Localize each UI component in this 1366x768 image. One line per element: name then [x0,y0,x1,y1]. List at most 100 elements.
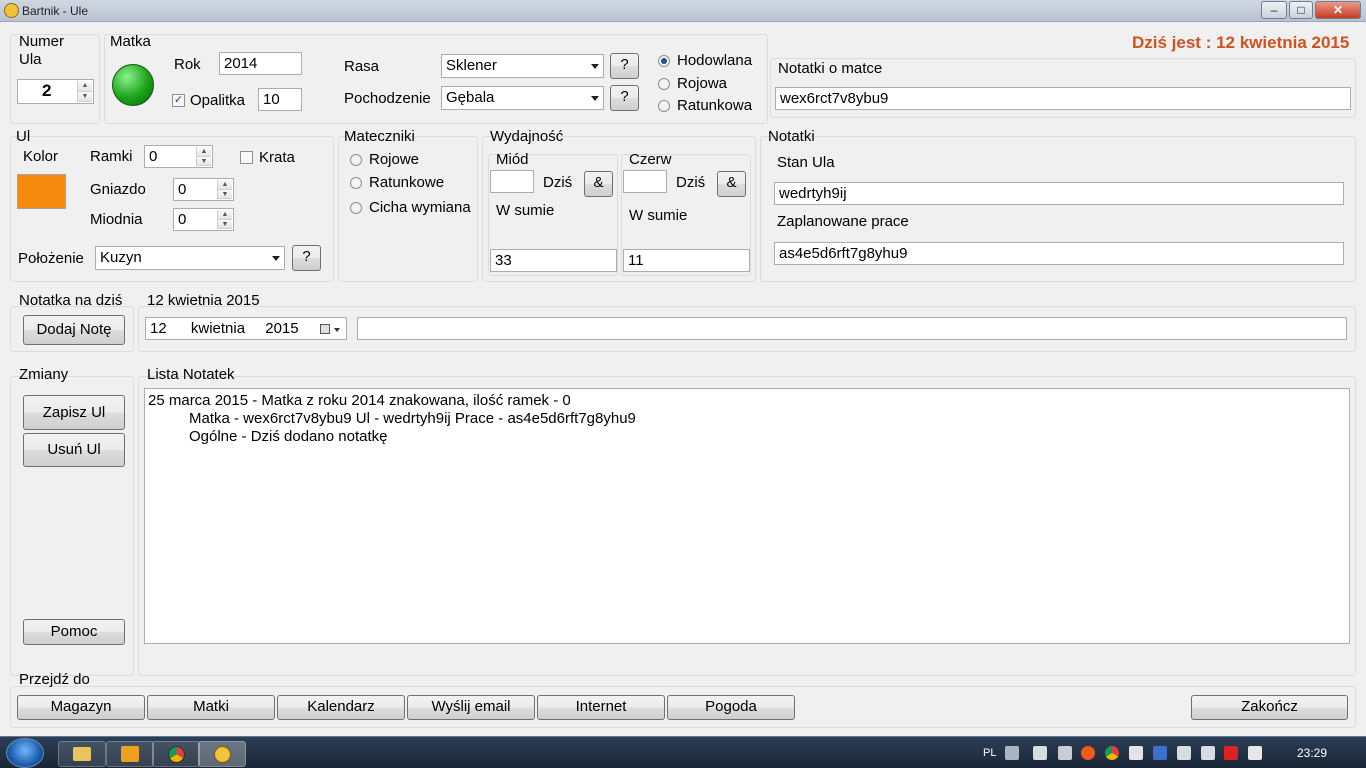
queen-group-label: Matka [110,33,151,50]
hive-number-spinner[interactable]: 2 ▲ ▼ [17,79,94,104]
spin-down-icon: ▼ [197,156,211,166]
grate-checkbox[interactable] [240,151,253,164]
radio-rojowe[interactable] [350,154,362,166]
help-button[interactable]: Pomoc [23,619,125,645]
media-player-taskbar-icon[interactable] [106,741,154,767]
note-list-label: Lista Notatek [147,366,235,383]
close-button[interactable]: ✕ [1315,1,1361,19]
radio-ratunkowe[interactable] [350,177,362,189]
radio-hodowlana[interactable] [658,55,670,67]
origin-select[interactable]: Gębala [441,86,604,110]
goto-kalendarz-button[interactable]: Kalendarz [277,695,405,720]
honey-add-button[interactable]: & [584,171,613,197]
breed-select[interactable]: Sklener [441,54,604,78]
location-select[interactable]: Kuzyn [95,246,285,270]
chevron-down-icon [334,328,340,332]
goto-internet-button[interactable]: Internet [537,695,665,720]
opalitka-field[interactable]: 10 [258,88,302,111]
language-indicator[interactable]: PL [983,744,996,762]
queen-status-indicator [112,64,154,106]
honey-chamber-label: Miodnia [90,211,143,228]
note-list-box[interactable]: 25 marca 2015 - Matka z roku 2014 znakow… [144,388,1350,644]
honey-today-label: Dziś [543,174,573,191]
title-bar: Bartnik - Ule – □ ✕ [0,0,1366,22]
add-note-button[interactable]: Dodaj Notę [23,315,125,345]
spin-up-icon: ▲ [197,147,211,157]
goto-label: Przejdź do [19,671,90,688]
note-entry-general: Ogólne - Dziś dodano notatkę [189,428,388,445]
goto-magazyn-button[interactable]: Magazyn [17,695,145,720]
chrome-tray-icon[interactable] [1105,746,1119,760]
radio-cicha-wymiana[interactable] [350,202,362,214]
antivirus-tray-icon[interactable] [1224,746,1238,760]
spin-down-icon: ▼ [78,91,92,102]
date-picker[interactable]: 12 kwietnia 2015 [145,317,347,340]
note-today-label: Notatka na dziś [19,292,123,309]
save-hive-button[interactable]: Zapisz Ul [23,395,125,430]
clipboard-tray-icon[interactable] [1177,746,1191,760]
breed-help-button[interactable]: ? [610,53,639,79]
flag-tray-icon[interactable] [1248,746,1262,760]
hive-state-field[interactable]: wedrtyh9ij [774,182,1344,205]
radio-cicha-wymiana-label: Cicha wymiana [369,199,471,216]
clock[interactable]: 23:29 [1297,744,1327,762]
taskbar: PL 23:29 [0,736,1366,768]
origin-help-button[interactable]: ? [610,85,639,111]
frames-spinner[interactable]: 0 ▲ ▼ [144,145,213,168]
hive-color-swatch[interactable] [17,174,66,209]
note-date-label: 12 kwietnia 2015 [147,292,260,309]
year-field[interactable]: 2014 [219,52,302,75]
planned-work-label: Zaplanowane prace [777,213,909,230]
brood-today-field[interactable] [623,170,667,193]
location-help-button[interactable]: ? [292,245,321,271]
queen-cells-label: Mateczniki [344,128,415,145]
minimize-button[interactable]: – [1261,1,1287,19]
hive-number-label: Numer Ula [19,33,65,68]
chevron-down-icon [591,96,599,101]
chrome-taskbar-icon[interactable] [152,741,200,767]
spin-up-icon: ▲ [78,81,92,92]
nest-label: Gniazdo [90,181,146,198]
planned-work-field[interactable]: as4e5d6rft7g8yhu9 [774,242,1344,265]
radio-hodowlana-label: Hodowlana [677,52,753,69]
radio-ratunkowa[interactable] [658,100,670,112]
honey-chamber-spinner[interactable]: 0 ▲ ▼ [173,208,234,231]
honey-total-label: W sumie [496,202,555,219]
delete-hive-button[interactable]: Usuń Ul [23,433,125,467]
keyboard-tray-icon[interactable] [1005,746,1019,760]
volume-tray-icon[interactable] [1201,746,1215,760]
nest-spinner[interactable]: 0 ▲ ▼ [173,178,234,201]
bartnik-taskbar-icon[interactable] [198,741,246,767]
send-email-button[interactable]: Wyślij email [407,695,535,720]
explorer-taskbar-icon[interactable] [58,741,106,767]
hive-group-label: Ul [16,128,31,145]
queen-notes-field[interactable]: wex6rct7v8ybu9 [775,87,1351,110]
today-date-label: Dziś jest : 12 kwietnia 2015 [1132,33,1350,52]
honey-today-field[interactable] [490,170,534,193]
honey-total-field[interactable]: 33 [490,249,617,272]
app-tray-icon[interactable] [1153,746,1167,760]
settings-tray-icon[interactable] [1058,746,1072,760]
network-tray-icon[interactable] [1033,746,1047,760]
radio-rojowe-label: Rojowe [369,151,420,168]
opalitka-checkbox[interactable]: ✓ [172,94,185,107]
frames-label: Ramki [90,148,133,165]
goto-pogoda-button[interactable]: Pogoda [667,695,795,720]
goto-matki-button[interactable]: Matki [147,695,275,720]
signal-tray-icon[interactable] [1129,746,1143,760]
note-text-field[interactable] [357,317,1347,340]
radio-rojowa[interactable] [658,78,670,90]
flash-tray-icon[interactable] [1081,746,1095,760]
queen-notes-label: Notatki o matce [778,60,883,77]
brood-add-button[interactable]: & [717,171,746,197]
changes-label: Zmiany [19,366,69,383]
maximize-button[interactable]: □ [1289,1,1313,19]
brood-total-field[interactable]: 11 [623,249,750,272]
start-button[interactable] [6,738,44,768]
main-window: Dziś jest : 12 kwietnia 2015 Numer Ula 2… [0,22,1366,736]
spin-up-icon: ▲ [218,180,232,190]
exit-button[interactable]: Zakończ [1191,695,1348,720]
chevron-down-icon [591,64,599,69]
window-title: Bartnik - Ule [22,4,89,18]
spin-down-icon: ▼ [218,219,232,229]
